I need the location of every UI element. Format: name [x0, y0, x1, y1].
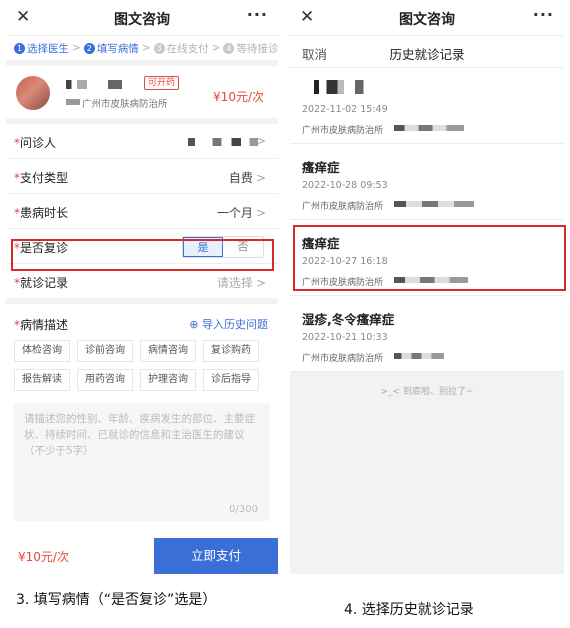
chevron-right-icon: >	[255, 171, 266, 185]
quick-tag[interactable]: 诊后指导	[203, 369, 259, 391]
avatar	[16, 76, 50, 110]
quick-tag[interactable]: 体检咨询	[14, 340, 70, 362]
picker-title: 历史就诊记录	[389, 47, 465, 62]
description-header: *病情描述 ⊕ 导入历史问题	[6, 304, 278, 340]
step-number: 3	[153, 42, 165, 54]
record-date: 2022-10-28 09:53	[302, 180, 388, 191]
step-4-caption: 4. 选择历史就诊记录	[344, 602, 474, 618]
record-name: 瘙痒症	[302, 160, 340, 175]
duration-value: 一个月 >	[216, 206, 266, 220]
chevron-right-icon: >	[255, 276, 266, 290]
record-item[interactable]: 2022-11-02 15:49 广州市皮肤病防治所	[290, 68, 564, 144]
selected-record-highlight-box	[293, 225, 566, 291]
textarea-placeholder: 请描述您的性别、年龄、疾病发生的部位、主要症状、持续时间、已就诊的信息和主治医生…	[24, 413, 255, 457]
quick-tag[interactable]: 护理咨询	[140, 369, 196, 391]
import-icon: ⊕	[189, 318, 202, 331]
char-count: 0/300	[229, 504, 258, 515]
more-icon[interactable]: ···	[533, 5, 554, 24]
step-number: 4	[223, 42, 235, 54]
step-label: 选择医生	[27, 42, 69, 55]
page-title: 图文咨询	[114, 12, 170, 28]
pay-now-button[interactable]: 立即支付	[154, 538, 278, 574]
step-3-caption: 3. 填写病情（“是否复诊”选是）	[16, 592, 217, 608]
chevron-right-icon: >	[255, 134, 266, 148]
chevron-right-icon: >	[141, 42, 151, 54]
nav-bar: ✕ 图文咨询 ···	[6, 0, 278, 36]
record-item[interactable]: 瘙痒症 2022-10-28 09:53 广州市皮肤病防治所	[290, 144, 564, 220]
pay-type-label: *支付类型	[14, 171, 69, 185]
quick-tag[interactable]: 病情咨询	[140, 340, 196, 362]
step-wait-consult: 4 等待接诊	[223, 41, 278, 56]
quick-tag[interactable]: 报告解读	[14, 369, 70, 391]
description-textarea[interactable]: 请描述您的性别、年龄、疾病发生的部位、主要症状、持续时间、已就诊的信息和主治医生…	[14, 403, 270, 521]
record-name-redacted	[314, 80, 376, 94]
record-hospital: 广州市皮肤病防治所	[302, 126, 384, 136]
revisit-highlight-box	[11, 239, 274, 271]
step-label: 等待接诊	[236, 42, 278, 55]
record-hospital: 广州市皮肤病防治所	[302, 354, 384, 364]
pay-type-value: 自费 >	[228, 171, 266, 185]
doctor-name-redacted	[66, 80, 136, 89]
progress-steps: 1 选择医生 > 2 填写病情 > 3 在线支付 > 4 等待接诊	[6, 36, 278, 66]
record-item[interactable]: 湿疹,冬令瘙痒症 2022-10-21 10:33 广州市皮肤病防治所	[290, 296, 564, 372]
doctor-card: 可开药 广州市皮肤病防治所 ¥10元/次	[6, 66, 278, 124]
patient-name-redacted	[188, 138, 258, 146]
record-name: 湿疹,冬令瘙痒症	[302, 312, 395, 327]
description-label: *病情描述	[14, 318, 69, 332]
patient-label: *问诊人	[14, 136, 57, 150]
chevron-right-icon: >	[211, 42, 221, 54]
step-label: 在线支付	[166, 42, 209, 55]
step-online-pay: 3 在线支付 >	[153, 41, 224, 56]
doctor-hospital: 广州市皮肤病防治所	[82, 99, 168, 110]
quick-tag[interactable]: 用药咨询	[77, 369, 133, 391]
chevron-right-icon: >	[255, 206, 266, 220]
quick-tag[interactable]: 诊前咨询	[77, 340, 133, 362]
record-date: 2022-10-21 10:33	[302, 332, 388, 343]
record-hospital: 广州市皮肤病防治所	[302, 202, 384, 212]
more-icon[interactable]: ···	[247, 5, 268, 24]
duration-row[interactable]: *患病时长 一个月 >	[6, 194, 278, 229]
record-date: 2022-11-02 15:49	[302, 104, 388, 115]
record-doctor-redacted	[394, 125, 464, 131]
quick-tag-list: 体检咨询 诊前咨询 病情咨询 复诊购药 报告解读 用药咨询 护理咨询 诊后指导	[6, 340, 278, 391]
picker-header: 取消 历史就诊记录	[290, 36, 564, 68]
quick-tag[interactable]: 复诊购药	[203, 340, 259, 362]
step-select-doctor: 1 选择医生 >	[14, 41, 84, 56]
doctor-price: ¥10元/次	[213, 90, 264, 104]
bottom-bar: ¥10元/次 立即支付	[6, 538, 278, 574]
list-end-note: >_< 到底啦、别拉了~	[380, 387, 474, 397]
record-doctor-redacted	[394, 201, 474, 207]
chevron-right-icon: >	[72, 42, 81, 54]
nav-bar: ✕ 图文咨询 ···	[290, 0, 564, 36]
step-fill-condition: 2 填写病情 >	[83, 41, 154, 56]
step-label: 填写病情	[96, 42, 139, 55]
record-select: 请选择 >	[216, 276, 266, 290]
doctor-title-redacted	[66, 99, 80, 105]
duration-label: *患病时长	[14, 206, 69, 220]
pay-type-row[interactable]: *支付类型 自费 >	[6, 159, 278, 194]
import-history-button[interactable]: ⊕ 导入历史问题	[189, 316, 268, 332]
page-title: 图文咨询	[399, 12, 455, 28]
prescribe-badge: 可开药	[144, 76, 180, 90]
record-doctor-redacted	[394, 353, 444, 359]
patient-row[interactable]: *问诊人 >	[6, 124, 278, 159]
step-number: 2	[83, 42, 95, 54]
total-price: ¥10元/次	[18, 550, 69, 564]
consult-form-screen: ✕ 图文咨询 ··· 1 选择医生 > 2 填写病情 > 3 在线支付 > 4 …	[6, 0, 278, 574]
step-number: 1	[14, 42, 25, 54]
record-label: *就诊记录	[14, 276, 69, 290]
